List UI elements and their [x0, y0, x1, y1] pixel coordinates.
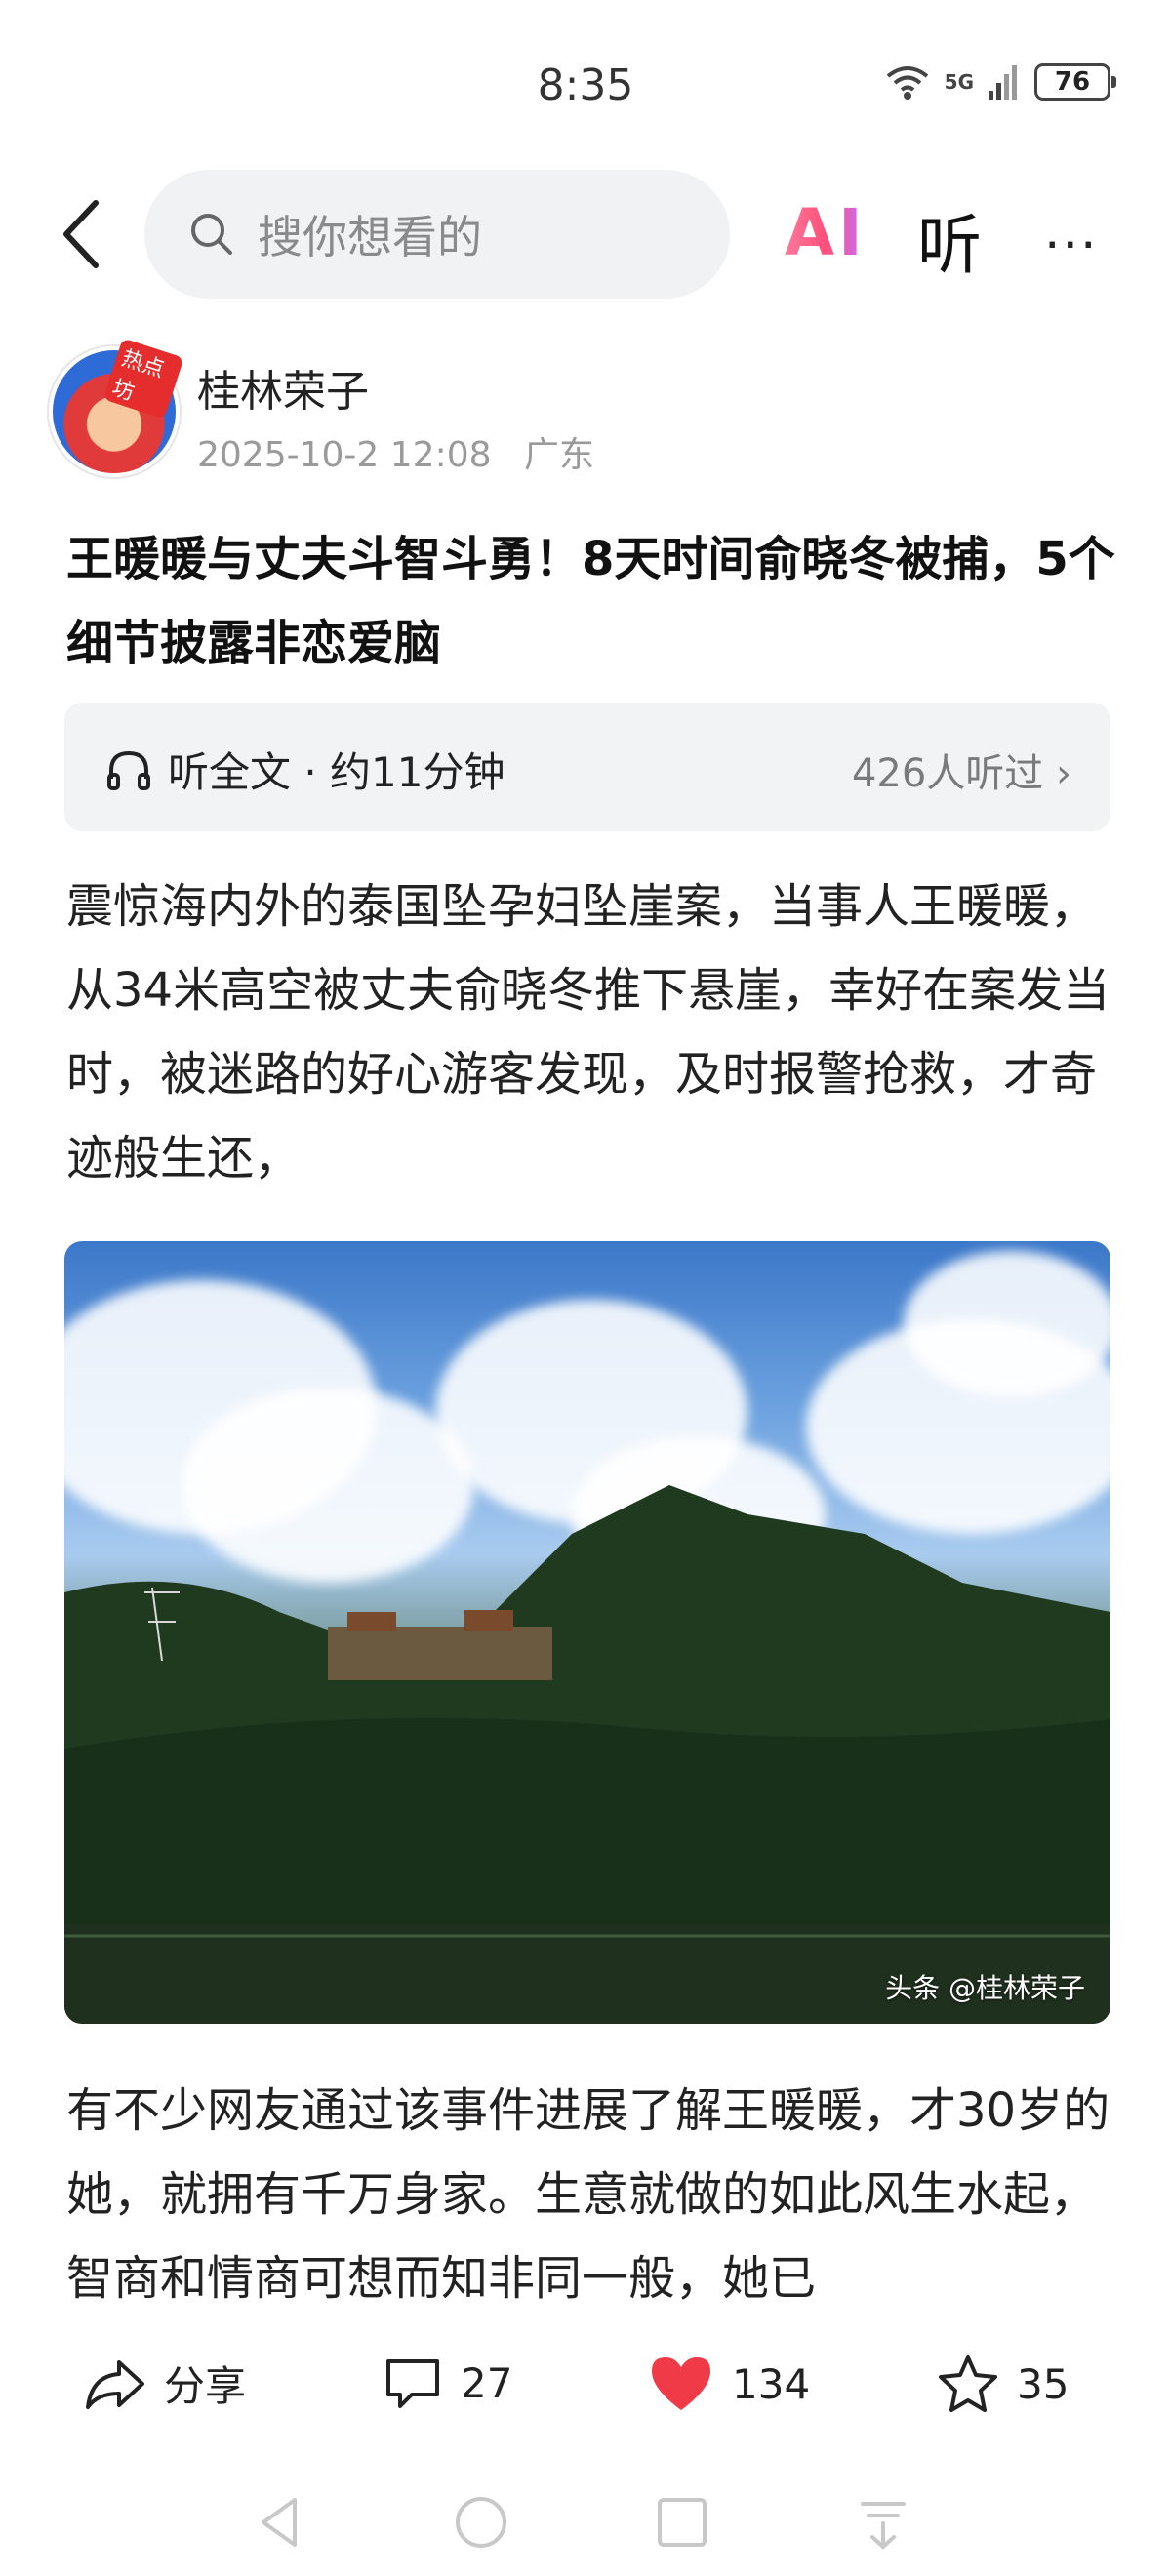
- publish-location: 广东: [523, 435, 594, 475]
- author-name[interactable]: 桂林荣子: [197, 356, 369, 419]
- listen-button[interactable]: 听: [917, 193, 982, 287]
- listener-count[interactable]: 426人听过 ›: [852, 742, 1071, 798]
- share-icon: [86, 2359, 144, 2409]
- article-paragraph-1: 震惊海内外的泰国坠孕妇坠崖案，当事人王暖暖，从34米高空被丈夫俞晓冬推下悬崖，幸…: [66, 879, 1110, 1186]
- comment-icon: [386, 2359, 439, 2408]
- battery-icon: 76: [1034, 63, 1116, 101]
- landscape-silhouette: [64, 1485, 1110, 2024]
- status-bar: 8:35 5G 76: [0, 0, 1171, 166]
- search-bar[interactable]: 搜你想看的: [144, 170, 730, 299]
- nav-menu-icon[interactable]: [849, 2488, 917, 2556]
- article-paragraph-2: 有不少网友通过该事件进展了解王暖暖，才30岁的她，就拥有千万身家。生意就做的如此…: [66, 2083, 1110, 2306]
- article-image[interactable]: 头条 @桂林荣子: [64, 1241, 1110, 2024]
- listen-full: 听全文 · 约11分钟: [103, 740, 505, 799]
- listen-full-label: 听全文 · 约11分钟: [168, 748, 505, 796]
- author-meta: 2025-10-2 12:08 广东: [197, 426, 594, 477]
- heart-icon: [652, 2357, 710, 2410]
- like-count: 134: [732, 2359, 811, 2408]
- system-nav-bar: [0, 2469, 1171, 2576]
- back-button[interactable]: [49, 195, 117, 273]
- signal-icon: [989, 65, 1017, 100]
- comment-count: 27: [461, 2358, 513, 2407]
- image-watermark: 头条 @桂林荣子: [885, 1972, 1085, 2004]
- network-type: 5G: [944, 70, 974, 94]
- avatar[interactable]: 热点坊: [49, 338, 184, 477]
- battery-level: 76: [1054, 67, 1091, 97]
- more-button[interactable]: ···: [1044, 217, 1099, 275]
- search-icon: [191, 214, 232, 255]
- like-button[interactable]: 134: [648, 2354, 810, 2414]
- publish-datetime: 2025-10-2 12:08: [197, 435, 492, 475]
- status-icons: 5G 76: [884, 62, 1116, 101]
- headphones-icon: [107, 750, 150, 790]
- comment-button[interactable]: 27: [383, 2354, 512, 2412]
- listen-full-bar[interactable]: 听全文 · 约11分钟 426人听过 ›: [64, 703, 1110, 831]
- star-icon: [939, 2355, 997, 2412]
- share-label: 分享: [164, 2362, 247, 2410]
- action-bar: 分享 27 134 35: [0, 2322, 1171, 2449]
- author-row: 热点坊 桂林荣子 2025-10-2 12:08 广东: [49, 338, 1122, 493]
- avatar-badge: 热点坊: [102, 338, 184, 420]
- nav-home-icon[interactable]: [447, 2488, 515, 2556]
- wifi-icon: [886, 66, 928, 100]
- nav-recents-icon[interactable]: [648, 2488, 716, 2556]
- nav-back-icon[interactable]: [246, 2488, 314, 2556]
- share-button[interactable]: 分享: [84, 2354, 246, 2413]
- article-title: 王暖暖与丈夫斗智斗勇！8天时间俞晓冬被捕，5个细节披露非恋爱脑: [66, 532, 1115, 670]
- favorite-button[interactable]: 35: [937, 2354, 1069, 2414]
- favorite-count: 35: [1017, 2359, 1070, 2408]
- ai-button[interactable]: AI: [785, 195, 867, 270]
- search-input[interactable]: 搜你想看的: [258, 202, 482, 266]
- top-bar: 搜你想看的 AI 听 ···: [0, 166, 1171, 302]
